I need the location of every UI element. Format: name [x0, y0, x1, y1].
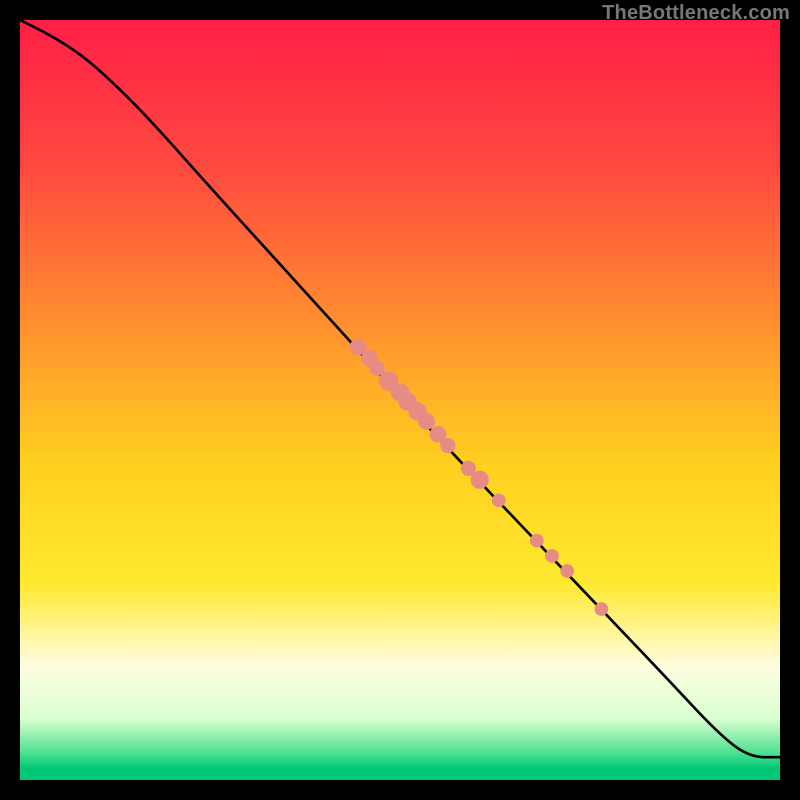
scatter-dot	[440, 438, 455, 453]
scatter-dot	[418, 413, 435, 430]
chart-plot	[20, 20, 780, 780]
scatter-dot	[560, 564, 574, 578]
scatter-dot	[492, 493, 506, 507]
scatter-dot	[471, 471, 489, 489]
scatter-dot	[595, 602, 609, 616]
scatter-dot	[530, 534, 544, 548]
scatter-dot	[545, 549, 559, 563]
chart-stage: TheBottleneck.com	[0, 0, 800, 800]
